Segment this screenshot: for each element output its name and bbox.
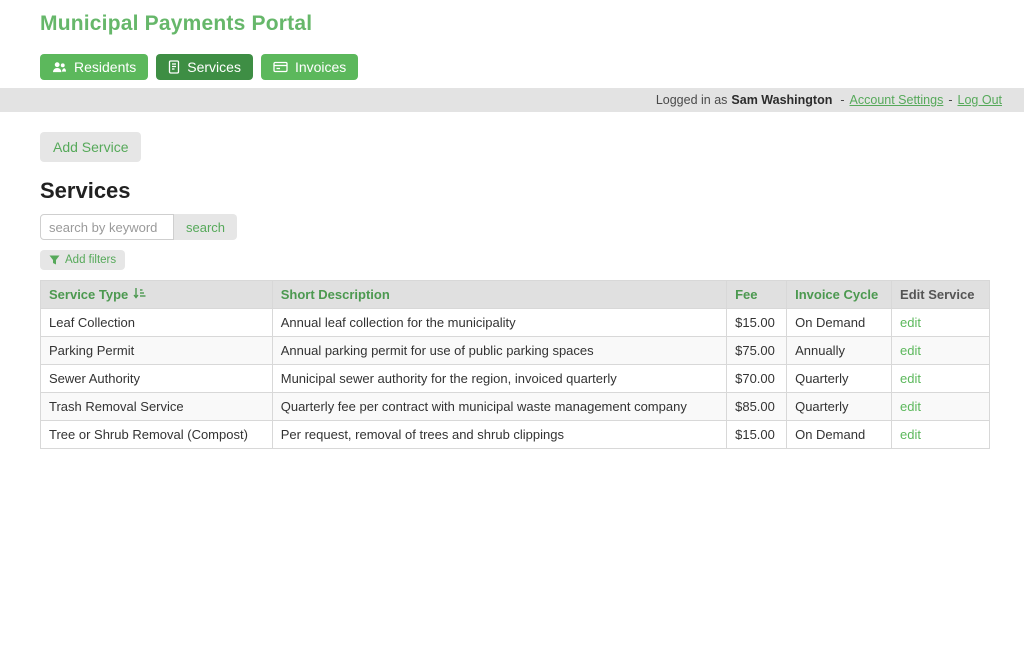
- account-settings-link[interactable]: Account Settings: [850, 93, 944, 107]
- table-row: Sewer AuthorityMunicipal sewer authority…: [41, 365, 990, 393]
- cell-fee: $15.00: [727, 309, 787, 337]
- nav-button-label: Services: [187, 59, 241, 75]
- add-service-button[interactable]: Add Service: [40, 132, 141, 162]
- add-filters-button[interactable]: Add filters: [40, 250, 125, 270]
- table-row: Tree or Shrub Removal (Compost)Per reque…: [41, 421, 990, 449]
- cell-invoice-cycle: Quarterly: [787, 393, 892, 421]
- edit-service-link[interactable]: edit: [900, 315, 921, 330]
- cell-invoice-cycle: On Demand: [787, 309, 892, 337]
- users-icon: [52, 61, 67, 74]
- services-table-body: Leaf CollectionAnnual leaf collection fo…: [41, 309, 990, 449]
- column-label: Service Type: [49, 287, 128, 302]
- cell-fee: $85.00: [727, 393, 787, 421]
- cell-description: Per request, removal of trees and shrub …: [272, 421, 726, 449]
- cell-description: Annual parking permit for use of public …: [272, 337, 726, 365]
- column-header-invoice-cycle[interactable]: Invoice Cycle: [787, 281, 892, 309]
- nav-button-label: Invoices: [295, 59, 346, 75]
- services-table: Service Type: [40, 280, 990, 449]
- column-header-fee[interactable]: Fee: [727, 281, 787, 309]
- page-title: Services: [40, 178, 990, 204]
- table-row: Leaf CollectionAnnual leaf collection fo…: [41, 309, 990, 337]
- cell-fee: $75.00: [727, 337, 787, 365]
- column-header-service-type[interactable]: Service Type: [41, 281, 273, 309]
- separator: -: [840, 93, 844, 107]
- add-filters-label: Add filters: [65, 254, 116, 266]
- cell-edit-service: edit: [892, 309, 990, 337]
- edit-service-link[interactable]: edit: [900, 343, 921, 358]
- session-bar: Logged in as Sam Washington - Account Se…: [0, 88, 1024, 112]
- cell-service-type: Tree or Shrub Removal (Compost): [41, 421, 273, 449]
- cell-service-type: Leaf Collection: [41, 309, 273, 337]
- cell-service-type: Trash Removal Service: [41, 393, 273, 421]
- logged-in-user: Sam Washington: [731, 93, 832, 107]
- cell-fee: $70.00: [727, 365, 787, 393]
- nav-button-invoices[interactable]: Invoices: [261, 54, 358, 80]
- search-button[interactable]: search: [174, 214, 237, 240]
- column-header-short-description[interactable]: Short Description: [272, 281, 726, 309]
- edit-service-link[interactable]: edit: [900, 427, 921, 442]
- nav-button-residents[interactable]: Residents: [40, 54, 148, 80]
- edit-service-link[interactable]: edit: [900, 399, 921, 414]
- cell-service-type: Sewer Authority: [41, 365, 273, 393]
- cell-edit-service: edit: [892, 393, 990, 421]
- cell-edit-service: edit: [892, 365, 990, 393]
- log-out-link[interactable]: Log Out: [958, 93, 1002, 107]
- cell-description: Annual leaf collection for the municipal…: [272, 309, 726, 337]
- column-header-edit-service: Edit Service: [892, 281, 990, 309]
- cell-description: Quarterly fee per contract with municipa…: [272, 393, 726, 421]
- card-icon: [273, 61, 288, 73]
- table-row: Parking PermitAnnual parking permit for …: [41, 337, 990, 365]
- edit-service-link[interactable]: edit: [900, 371, 921, 386]
- filter-funnel-icon: [49, 255, 60, 265]
- cell-invoice-cycle: On Demand: [787, 421, 892, 449]
- header: Municipal Payments Portal: [0, 0, 1024, 36]
- logged-in-text: Logged in as: [656, 93, 728, 107]
- municipal-payments-portal-page: Municipal Payments Portal Residents: [0, 0, 1024, 449]
- app-title: Municipal Payments Portal: [40, 12, 984, 36]
- services-table-header: Service Type: [41, 281, 990, 309]
- cell-invoice-cycle: Quarterly: [787, 365, 892, 393]
- search-bar: search: [40, 214, 990, 240]
- cell-description: Municipal sewer authority for the region…: [272, 365, 726, 393]
- cell-edit-service: edit: [892, 337, 990, 365]
- separator: -: [948, 93, 952, 107]
- nav-button-services[interactable]: Services: [156, 54, 253, 80]
- receipt-icon: [168, 60, 180, 74]
- main-content: Add Service Services search Add filters: [0, 112, 1024, 449]
- nav-button-label: Residents: [74, 59, 136, 75]
- sort-ascending-icon[interactable]: [133, 287, 146, 302]
- main-nav: Residents Services Invoices: [0, 36, 1024, 88]
- cell-service-type: Parking Permit: [41, 337, 273, 365]
- cell-invoice-cycle: Annually: [787, 337, 892, 365]
- search-input[interactable]: [40, 214, 174, 240]
- cell-edit-service: edit: [892, 421, 990, 449]
- cell-fee: $15.00: [727, 421, 787, 449]
- table-row: Trash Removal ServiceQuarterly fee per c…: [41, 393, 990, 421]
